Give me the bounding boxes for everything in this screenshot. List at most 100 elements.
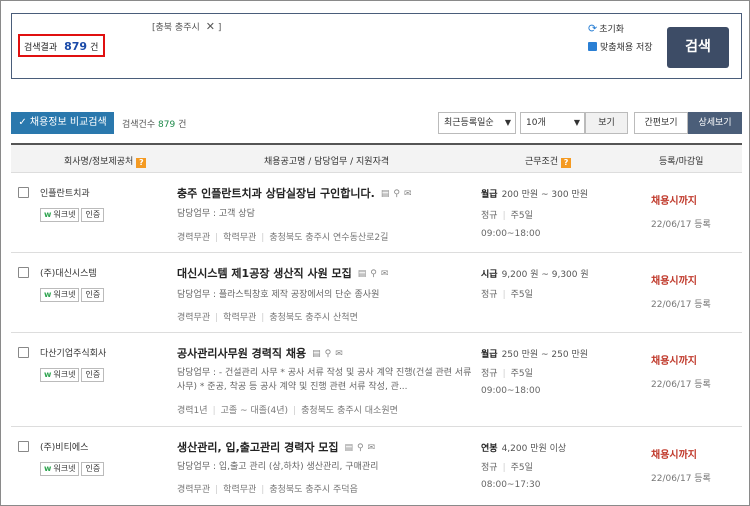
view-apply-button[interactable]: 보기	[585, 112, 628, 134]
posting-title[interactable]: 공사관리사무원 경력직 채용 ▤ ⚲ ✉	[177, 345, 347, 361]
compare-label: 채용정보 비교검색	[29, 117, 107, 128]
worknet-badge: w 워크넷	[40, 462, 80, 476]
worknet-icon: w	[44, 210, 52, 219]
source-label: 워크넷	[53, 290, 76, 299]
pay-type: 연봉	[481, 444, 498, 454]
posting-title[interactable]: 대신시스템 제1공장 생산직 사원 모집 ▤ ⚲ ✉	[177, 265, 392, 281]
filter-tag[interactable]: [충북 충주시 ✕ ]	[152, 20, 221, 33]
count-label: 검색건수	[122, 120, 156, 130]
detail-view-button[interactable]: 상세보기	[688, 112, 742, 134]
education: 학력무관	[223, 313, 257, 323]
chevron-down-icon: ▼	[504, 118, 511, 127]
row-checkbox[interactable]	[18, 187, 29, 198]
posting-title-text[interactable]: 대신시스템 제1공장 생산직 사원 모집	[177, 267, 352, 280]
work-days: 주5일	[510, 369, 533, 379]
posting-title[interactable]: 생산관리, 입,출고관리 경력자 모집 ▤ ⚲ ✉	[177, 439, 379, 455]
document-icon[interactable]: ▤	[381, 189, 390, 199]
row-checkbox[interactable]	[18, 267, 29, 278]
per-page-value: 10개	[526, 118, 546, 128]
save-label: 맞춤채용 저장	[600, 43, 653, 53]
close-icon[interactable]: ✕	[206, 20, 215, 33]
company-name[interactable]: 인플란트치과	[40, 186, 90, 199]
posting-title-text[interactable]: 생산관리, 입,출고관리 경력자 모집	[177, 441, 339, 454]
mail-icon[interactable]: ✉	[335, 349, 343, 359]
search-icon[interactable]: ⚲	[357, 443, 364, 453]
work-type-info: 정규 | 주5일	[481, 463, 533, 473]
result-label: 검색결과	[24, 43, 58, 53]
sort-select[interactable]: 최근등록일순 ▼	[438, 112, 516, 134]
education: 학력무관	[223, 233, 257, 243]
document-icon[interactable]: ▤	[345, 443, 354, 453]
search-count: 검색건수 879 건	[122, 117, 186, 130]
work-days: 주5일	[510, 463, 533, 473]
search-icon[interactable]: ⚲	[370, 269, 377, 279]
education: 고졸 ~ 대졸(4년)	[220, 406, 289, 416]
posting-title-text[interactable]: 공사관리사무원 경력직 채용	[177, 347, 306, 360]
search-button[interactable]: 검색	[667, 27, 729, 68]
mail-icon[interactable]: ✉	[368, 443, 376, 453]
result-unit: 건	[90, 43, 99, 53]
qualification-info: 경력무관 | 학력무관 | 충청북도 충주시 산척면	[177, 313, 358, 323]
search-icon[interactable]: ⚲	[325, 349, 332, 359]
employment-type: 정규	[481, 369, 498, 379]
source-label: 워크넷	[53, 464, 76, 473]
source-label: 워크넷	[53, 370, 76, 379]
worknet-icon: w	[44, 370, 52, 379]
work-hours: 08:00~17:30	[481, 480, 541, 490]
refresh-icon: ⟳	[588, 22, 598, 35]
pay-range: 250 만원 ~ 250 만원	[501, 350, 589, 360]
cert-badge: 인증	[81, 208, 105, 222]
simple-view-button[interactable]: 간편보기	[634, 112, 688, 134]
company-name[interactable]: (주)대신시스템	[40, 266, 97, 279]
source-badges: w 워크넷 인증	[40, 288, 106, 302]
reset-label: 초기화	[599, 25, 625, 35]
header-company: 회사명/정보제공처?	[64, 154, 147, 168]
pay-info: 연봉 4,200 만원 이상	[481, 441, 566, 454]
cert-badge: 인증	[81, 288, 105, 302]
work-days: 주5일	[510, 211, 533, 221]
document-icon[interactable]: ▤	[358, 269, 367, 279]
duty-text: 담당업무 : - 건설관리 사무 * 공사 서류 작성 및 공사 계약 진행(건…	[177, 368, 472, 392]
save-custom-search-button[interactable]: 맞춤채용 저장	[588, 40, 653, 53]
compare-search-button[interactable]: ✓ 채용정보 비교검색	[11, 112, 114, 134]
work-hours: 09:00~18:00	[481, 229, 541, 239]
header-date: 등록/마감일	[659, 157, 704, 167]
row-checkbox[interactable]	[18, 441, 29, 452]
work-type-info: 정규 | 주5일	[481, 290, 533, 300]
company-name[interactable]: (주)비티에스	[40, 440, 88, 453]
search-icon[interactable]: ⚲	[393, 189, 400, 199]
location: 충청북도 충주시 연수동산로2길	[269, 233, 389, 243]
company-name[interactable]: 다산기업주식회사	[40, 346, 106, 359]
education: 학력무관	[223, 485, 257, 495]
mail-icon[interactable]: ✉	[404, 189, 412, 199]
help-icon[interactable]: ?	[561, 158, 572, 168]
chevron-down-icon: ▼	[573, 118, 580, 127]
source-badges: w 워크넷 인증	[40, 462, 106, 476]
registered-date: 22/06/17 등록	[651, 220, 711, 230]
posting-title-text[interactable]: 충주 인플란트치과 상담실장님 구인합니다.	[177, 187, 375, 200]
pay-range: 200 만원 ~ 300 만원	[501, 190, 589, 200]
employment-type: 정규	[481, 463, 498, 473]
table-row: 다산기업주식회사 w 워크넷 인증 공사관리사무원 경력직 채용 ▤ ⚲ ✉ 담당업무 :…	[11, 334, 742, 427]
qualification-info: 경력무관 | 학력무관 | 충청북도 충주시 연수동산로2길	[177, 233, 389, 243]
result-count-box: 검색결과 879 건	[18, 34, 105, 57]
posting-title[interactable]: 충주 인플란트치과 상담실장님 구인합니다. ▤ ⚲ ✉	[177, 185, 415, 201]
work-hours: 09:00~18:00	[481, 386, 541, 396]
document-icon[interactable]: ▤	[312, 349, 321, 359]
filter-tag-label: [충북 충주시	[152, 23, 200, 33]
worknet-icon: w	[44, 290, 52, 299]
career: 경력무관	[177, 233, 211, 243]
help-icon[interactable]: ?	[136, 158, 147, 168]
deadline: 채용시까지	[651, 196, 697, 207]
pay-type: 월급	[481, 350, 498, 360]
table-row: (주)대신시스템 w 워크넷 인증 대신시스템 제1공장 생산직 사원 모집 ▤ ⚲ ✉ …	[11, 254, 742, 333]
reset-button[interactable]: ⟳ 초기화	[588, 22, 624, 35]
work-type-info: 정규 | 주5일	[481, 211, 533, 221]
registered-date: 22/06/17 등록	[651, 380, 711, 390]
pay-type: 시급	[481, 270, 498, 280]
row-checkbox[interactable]	[18, 347, 29, 358]
mail-icon[interactable]: ✉	[381, 269, 389, 279]
worknet-badge: w 워크넷	[40, 288, 80, 302]
per-page-select[interactable]: 10개 ▼	[520, 112, 585, 134]
check-icon: ✓	[18, 117, 27, 128]
